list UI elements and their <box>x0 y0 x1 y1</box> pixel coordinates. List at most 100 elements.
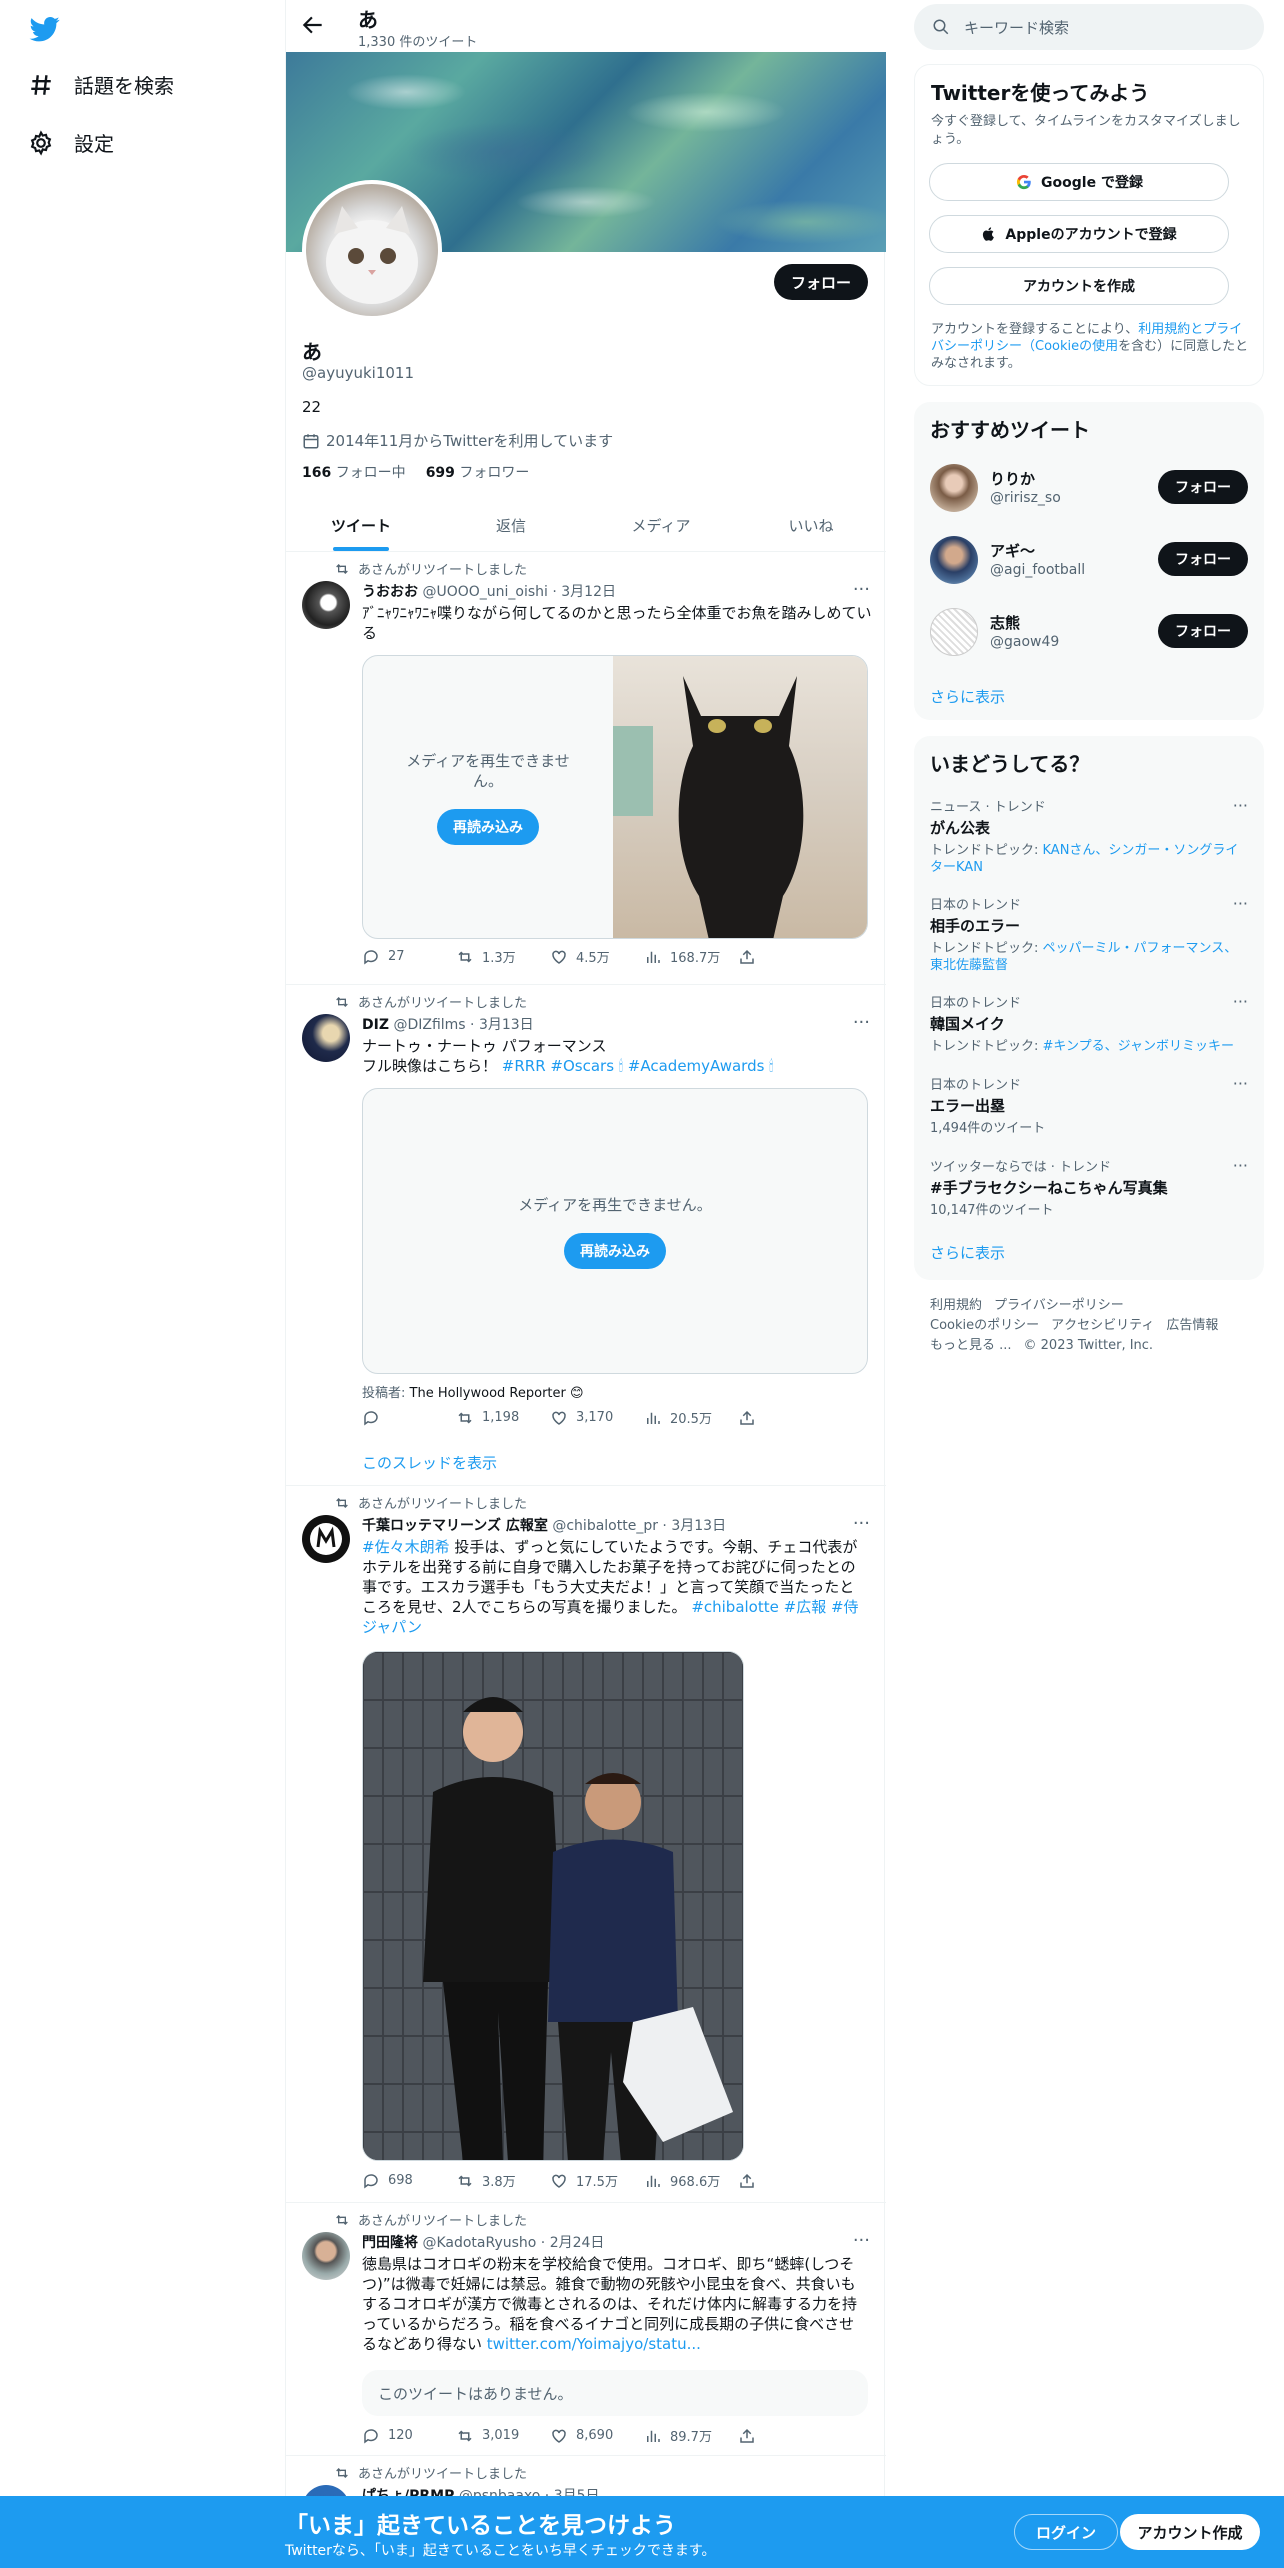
calendar-icon <box>303 433 319 448</box>
like-button[interactable]: 3,170 <box>550 1408 644 1427</box>
reply-button[interactable]: 698 <box>362 2171 456 2190</box>
like-button[interactable]: 17.5万 <box>550 2171 644 2190</box>
share-button[interactable] <box>738 1408 832 1427</box>
author-name[interactable]: 門田隆将 <box>362 2235 418 2251</box>
profile-avatar[interactable] <box>302 180 442 320</box>
author-name[interactable]: うおおお <box>362 584 418 600</box>
cat-photo[interactable] <box>613 656 867 938</box>
trend-topic-links[interactable]: #キンプる、ジャンボリミッキー <box>1043 1039 1234 1054</box>
show-more-link[interactable]: さらに表示 <box>930 686 1005 707</box>
more-options-icon[interactable]: ··· <box>853 1513 870 1534</box>
apple-signup-button[interactable]: Appleのアカウントで登録 <box>929 215 1229 253</box>
more-options-icon[interactable]: ··· <box>853 2230 870 2251</box>
reload-button[interactable]: 再読み込み <box>564 1232 666 1269</box>
retweet-count: 1.3万 <box>482 951 516 966</box>
retweet-button[interactable]: 1.3万 <box>456 947 550 966</box>
follow-button[interactable]: フォロー <box>1158 470 1248 504</box>
footer-link-terms[interactable]: 利用規約 <box>930 1298 982 1313</box>
back-arrow-icon[interactable] <box>300 12 326 38</box>
more-options-icon[interactable]: ··· <box>1233 1074 1248 1093</box>
hashtag[interactable]: #佐々木朗希 <box>362 1538 450 1556</box>
tweet[interactable]: あさんがリツイートしました 千葉ロッテマリーンズ 広報室 @chibalotte… <box>286 1487 886 2203</box>
tweet-date[interactable]: 3月12日 <box>561 584 616 600</box>
avatar[interactable] <box>930 608 978 656</box>
avatar[interactable] <box>930 536 978 584</box>
avatar[interactable] <box>302 581 350 629</box>
show-thread-link[interactable]: このスレッドを表示 <box>362 1452 497 1473</box>
views-button[interactable]: 168.7万 <box>644 947 738 966</box>
tab-tweets[interactable]: ツイート <box>286 500 436 551</box>
show-more-link[interactable]: さらに表示 <box>930 1242 1005 1263</box>
rec-user[interactable]: りりか @ririsz_so フォロー <box>930 460 1248 516</box>
tab-likes[interactable]: いいね <box>736 500 886 551</box>
avatar[interactable] <box>302 1515 350 1563</box>
trend-item[interactable]: 日本のトレンド エラー出塁 1,494件のツイート ··· <box>930 1074 1248 1137</box>
more-options-icon[interactable]: ··· <box>853 1012 870 1033</box>
share-button[interactable] <box>738 947 832 966</box>
google-signup-button[interactable]: Google で登録 <box>929 163 1229 201</box>
avatar[interactable] <box>302 2232 350 2280</box>
reply-button[interactable]: 120 <box>362 2426 456 2445</box>
create-account-button[interactable]: アカウントを作成 <box>929 267 1229 305</box>
tweet-media[interactable]: メディアを再生できません。 再読み込み <box>362 655 868 939</box>
login-button[interactable]: ログイン <box>1014 2514 1118 2550</box>
more-options-icon[interactable]: ··· <box>1233 992 1248 1011</box>
tab-replies[interactable]: 返信 <box>436 500 586 551</box>
following-link[interactable]: 166 フォロー中 <box>302 462 406 482</box>
author-name[interactable]: 千葉ロッテマリーンズ 広報室 <box>362 1518 548 1534</box>
twitter-logo-icon[interactable] <box>28 14 62 44</box>
follow-button[interactable]: フォロー <box>774 264 868 300</box>
tweet-date[interactable]: 3月13日 <box>479 1017 534 1033</box>
views-button[interactable]: 968.6万 <box>644 2171 738 2190</box>
reload-button[interactable]: 再読み込み <box>437 809 539 845</box>
more-options-icon[interactable]: ··· <box>1233 894 1248 913</box>
follow-button[interactable]: フォロー <box>1158 542 1248 576</box>
follow-button[interactable]: フォロー <box>1158 614 1248 648</box>
tweet-date[interactable]: 3月13日 <box>671 1518 726 1534</box>
tweet-date[interactable]: 2月24日 <box>550 2235 605 2251</box>
more-options-icon[interactable]: ··· <box>853 579 870 600</box>
views-button[interactable]: 89.7万 <box>644 2426 738 2445</box>
like-button[interactable]: 4.5万 <box>550 947 644 966</box>
views-button[interactable]: 20.5万 <box>644 1408 738 1427</box>
tweet-link[interactable]: twitter.com/Yoimajyo/statu... <box>487 2335 701 2353</box>
nav-settings[interactable]: 設定 <box>28 128 114 157</box>
trend-item[interactable]: ツイッターならでは · トレンド #手ブラセクシーねこちゃん写真集 10,147… <box>930 1156 1248 1219</box>
tab-media[interactable]: メディア <box>586 500 736 551</box>
share-button[interactable] <box>738 2426 832 2445</box>
footer-link-cookie[interactable]: Cookieのポリシー <box>930 1318 1039 1333</box>
trend-item[interactable]: ニュース · トレンド がん公表 トレンドトピック: KANさん、シンガー・ソン… <box>930 796 1248 876</box>
like-button[interactable]: 8,690 <box>550 2426 644 2445</box>
search-box[interactable]: キーワード検索 <box>914 4 1264 50</box>
retweet-button[interactable]: 3,019 <box>456 2426 550 2445</box>
trend-item[interactable]: 日本のトレンド 相手のエラー トレンドトピック: ペッパーミル・パフォーマンス、… <box>930 894 1248 974</box>
more-options-icon[interactable]: ··· <box>1233 1156 1248 1175</box>
footer-link-ads[interactable]: 広告情報 <box>1166 1318 1218 1333</box>
footer-link-privacy[interactable]: プライバシーポリシー <box>994 1298 1124 1313</box>
more-options-icon[interactable]: ··· <box>1233 796 1248 815</box>
avatar[interactable] <box>302 1014 350 1062</box>
hashtags[interactable]: #RRR #Oscars 🕯 #AcademyAwards 🕯 <box>502 1057 774 1075</box>
footer-link-more[interactable]: もっと見る ... <box>930 1338 1012 1353</box>
rec-user[interactable]: アギ〜 @agi_football フォロー <box>930 532 1248 588</box>
retweet-button[interactable]: 3.8万 <box>456 2171 550 2190</box>
profile-header-bar: あ 1,330 件のツイート <box>286 0 886 52</box>
retweet-button[interactable]: 1,198 <box>456 1408 550 1427</box>
reply-button[interactable] <box>362 1408 456 1427</box>
footer-link-accessibility[interactable]: アクセシビリティ <box>1051 1318 1154 1333</box>
trend-item[interactable]: 日本のトレンド 韓国メイク トレンドトピック: #キンプる、ジャンボリミッキー … <box>930 992 1248 1055</box>
avatar[interactable] <box>930 464 978 512</box>
tweet[interactable]: あさんがリツイートしました 門田隆将 @KadotaRyusho · 2月24日… <box>286 2204 886 2456</box>
signup-button[interactable]: アカウント作成 <box>1120 2514 1260 2550</box>
followers-link[interactable]: 699 フォロワー <box>426 462 530 482</box>
share-button[interactable] <box>738 2171 832 2190</box>
reply-button[interactable]: 27 <box>362 947 456 966</box>
poster-name[interactable]: The Hollywood Reporter 😊 <box>410 1386 584 1401</box>
nav-explore[interactable]: 話題を検索 <box>28 70 174 99</box>
author-name[interactable]: DIZ <box>362 1017 389 1033</box>
tweet[interactable]: あさんがリツイートしました うおおお @UOOO_uni_oishi · 3月1… <box>286 553 886 985</box>
tweet-photo[interactable] <box>362 1651 744 2161</box>
rec-user[interactable]: 志熊 @gaow49 フォロー <box>930 604 1248 660</box>
tweet[interactable]: あさんがリツイートしました DIZ @DIZfilms · 3月13日 ··· … <box>286 986 886 1486</box>
tweet-media[interactable]: メディアを再生できません。 再読み込み <box>362 1088 868 1374</box>
